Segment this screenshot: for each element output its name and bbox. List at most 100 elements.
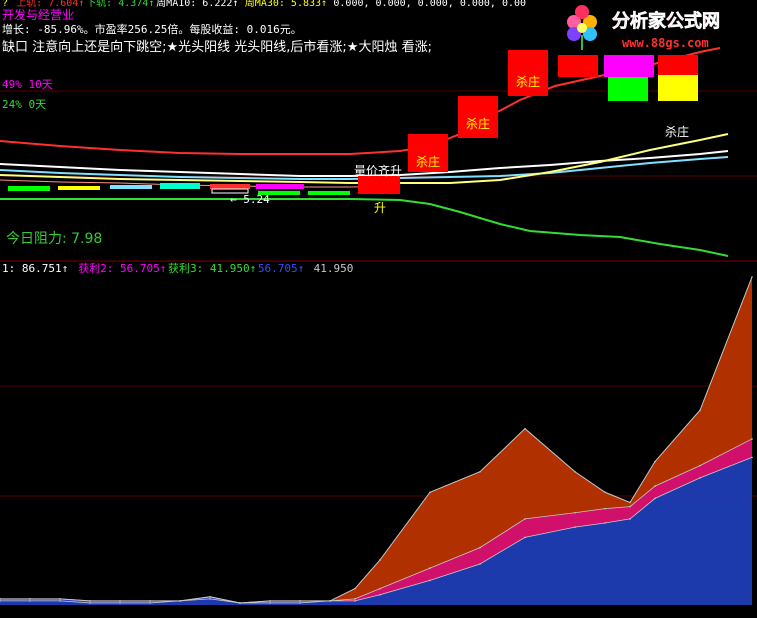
candle-red-top-right <box>658 55 698 75</box>
profit-point <box>89 600 91 602</box>
profit-point <box>604 522 606 524</box>
stat-line2: 24% 0天 <box>2 98 46 111</box>
flower-icon <box>567 5 597 50</box>
profit-point <box>699 409 701 412</box>
header-value: 下轨: 4.374↑ <box>86 0 154 9</box>
profit-point <box>299 602 301 604</box>
profit-point <box>604 491 606 494</box>
site-logo: 分析家公式网 www.88gs.com <box>567 5 720 50</box>
profit-point <box>479 470 481 473</box>
header-value: 0.000, 0.000, 0.000, 0.000, 0.00 <box>333 0 526 9</box>
sub-legend-item: 41.950 <box>314 262 354 275</box>
profit-point <box>574 526 576 528</box>
profit-point <box>379 559 381 561</box>
profit-point <box>209 598 211 600</box>
profit-point <box>89 602 91 604</box>
profit-point <box>479 563 481 565</box>
kill-label: 杀庄 <box>466 116 490 131</box>
header-line3: 增长: -85.96%。市盈率256.25倍。每股收益: 0.016元。 <box>2 22 302 36</box>
profit-point <box>629 518 631 520</box>
profit-point <box>119 600 121 602</box>
profit-point <box>269 600 271 602</box>
low-marker: ← 5.24 <box>230 193 270 206</box>
candle <box>8 186 50 191</box>
kill-label-top: 杀庄 <box>665 124 689 139</box>
profit-point <box>524 518 526 520</box>
resistance-label: 今日阻力: 7.98 <box>6 231 102 247</box>
profit-point <box>29 600 31 602</box>
profit-point <box>299 600 301 602</box>
candle <box>256 184 304 189</box>
header-value: ? <box>2 0 8 9</box>
header-line1: ? 上轨: 7.604↑ 下轨: 4.374↑ 周MA10: 6.222↑ 周MA30:… <box>2 0 526 9</box>
candle-magenta-top <box>604 55 654 77</box>
sub-legend-item: 获利2: 56.705↑ <box>78 262 166 275</box>
profit-point <box>354 587 356 590</box>
profit-point <box>629 501 631 504</box>
sub-legend-item: 56.705↑ <box>258 262 304 275</box>
profit-point <box>524 536 526 539</box>
header-value: 周MA10: 6.222↑ <box>156 0 238 9</box>
candle <box>210 184 250 189</box>
profit-point <box>209 596 211 598</box>
candle-red-top <box>558 55 598 77</box>
profit-point <box>751 456 753 459</box>
header-line2: 开发与经营业 <box>2 7 74 22</box>
kill-label: 杀庄 <box>416 154 440 169</box>
profit-point <box>751 276 753 278</box>
profit-point <box>59 600 61 602</box>
profit-point <box>604 507 606 510</box>
profit-point <box>574 511 576 514</box>
profit-point <box>59 598 61 600</box>
profit-point <box>629 505 631 508</box>
header-value: 周MA30: 5.833↑ <box>245 0 327 9</box>
candle-green <box>608 77 648 101</box>
profit-point <box>119 602 121 604</box>
profit-point <box>269 602 271 604</box>
profit-point <box>29 598 31 600</box>
logo-title: 分析家公式网 <box>612 10 720 32</box>
profit-point <box>179 600 181 602</box>
profit-point <box>379 587 381 590</box>
sub-legend-item: 获利3: 41.950↑ <box>168 262 256 275</box>
chart-canvas: 杀庄 杀庄 杀庄 杀庄 量价齐升 升 ← 5.24 今日阻力: 7.98 开发与… <box>0 0 757 605</box>
sub-legend-item: 1: 86.751↑ <box>2 262 68 275</box>
profit-point <box>329 600 331 602</box>
profit-point <box>379 593 381 596</box>
profit-point <box>429 491 431 494</box>
header-line4: 缺口 注意向上还是向下跳空;★光头阳线 光头阳线,后市看涨;★大阳烛 看涨; <box>2 39 432 55</box>
profit-point <box>149 600 151 602</box>
profit-point <box>239 602 241 604</box>
profit-point <box>149 602 151 604</box>
kill-candle <box>508 50 548 96</box>
sub-legend: 1: 86.751↑ 获利2: 56.705↑ 获利3: 41.950↑ 56.705… <box>2 262 353 275</box>
profit-panel <box>0 276 757 605</box>
profit-point <box>751 438 753 440</box>
candle <box>58 186 100 190</box>
profit-point <box>429 579 431 582</box>
profit-point <box>654 460 656 463</box>
price-rise-label: 量价齐升 <box>354 163 402 178</box>
profit-point <box>699 477 701 479</box>
logo-url: www.88gs.com <box>622 36 709 50</box>
lower-band-line <box>0 198 729 257</box>
profit-point <box>699 464 701 467</box>
rise-label: 升 <box>374 201 386 215</box>
price-panel: 杀庄 杀庄 杀庄 杀庄 量价齐升 升 ← 5.24 今日阻力: 7.98 <box>0 47 757 257</box>
header-value: 上轨: 7.604↑ <box>16 0 84 9</box>
profit-point <box>354 600 356 602</box>
candle <box>308 191 350 195</box>
candle <box>160 183 200 189</box>
stat-line1: 49% 10天 <box>2 78 53 91</box>
profit-point <box>574 470 576 473</box>
profit-point <box>354 598 356 600</box>
profit-series-layer <box>0 276 753 605</box>
kill-label: 杀庄 <box>516 74 540 89</box>
profit-point <box>654 485 656 487</box>
candle-yellow <box>658 75 698 101</box>
profit-point <box>479 546 481 549</box>
profit-point <box>654 497 656 500</box>
profit-point <box>524 427 526 430</box>
profit-point <box>429 567 431 569</box>
candle-rise <box>358 176 400 194</box>
